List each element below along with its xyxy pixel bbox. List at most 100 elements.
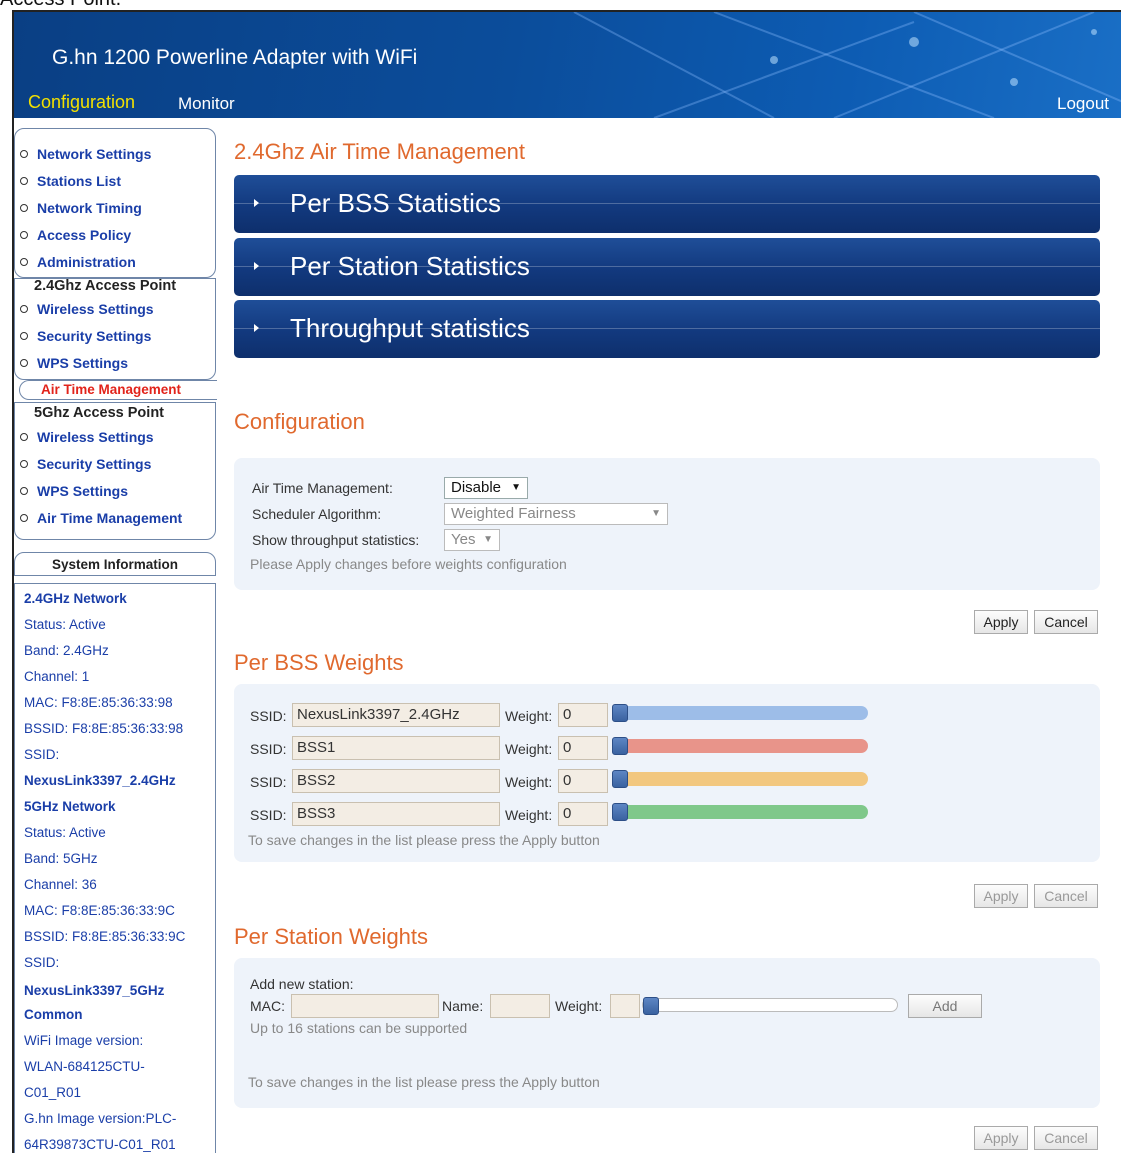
page-title: 2.4Ghz Air Time Management: [234, 139, 526, 164]
bss-weight-field[interactable]: 0: [558, 802, 608, 826]
app-window: G.hn 1200 Powerline Adapter with WiFi Co…: [12, 10, 1121, 1153]
bss-weight-slider[interactable]: [612, 737, 868, 755]
sidebar-item-stations-list[interactable]: Stations List: [20, 173, 121, 189]
atm-label: Air Time Management:: [252, 480, 393, 496]
sidebar-item-administration[interactable]: Administration: [20, 254, 136, 270]
bullet-icon: [20, 305, 28, 313]
bss-weight-slider[interactable]: [612, 704, 868, 722]
system-info-title: System Information: [14, 552, 216, 576]
slider-handle[interactable]: [612, 704, 628, 722]
accordion-per-station-statistics[interactable]: Per Station Statistics: [234, 238, 1100, 296]
weight-label: Weight:: [555, 998, 603, 1014]
bullet-icon: [20, 177, 28, 185]
sys-info-line: Status: Active: [24, 825, 106, 840]
sidebar-item-ap5-air-time[interactable]: Air Time Management: [20, 510, 182, 526]
configuration-note: Please Apply changes before weights conf…: [250, 556, 567, 572]
station-mac-input[interactable]: [291, 994, 439, 1018]
caret-right-icon: [254, 324, 259, 332]
throughput-select[interactable]: Yes ▼: [444, 529, 500, 551]
station-weights-apply-button[interactable]: Apply: [974, 1126, 1028, 1150]
nav-configuration[interactable]: Configuration: [28, 92, 135, 113]
configuration-cancel-button[interactable]: Cancel: [1034, 610, 1098, 634]
bullet-icon: [20, 231, 28, 239]
bss-weight-field[interactable]: 0: [558, 769, 608, 793]
bullet-icon: [20, 332, 28, 340]
caret-right-icon: [254, 262, 259, 270]
sidebar-item-ap24-air-time-active[interactable]: Air Time Management: [19, 380, 217, 400]
sys-info-line: Band: 5GHz: [24, 851, 98, 866]
slider-handle[interactable]: [643, 997, 659, 1015]
nav-monitor[interactable]: Monitor: [178, 94, 235, 114]
station-name-input[interactable]: [490, 994, 550, 1018]
sys-info-line: Band: 2.4GHz: [24, 643, 109, 658]
weight-label: Weight:: [505, 708, 553, 724]
station-weight-input[interactable]: [610, 994, 640, 1018]
bss-weights-note: To save changes in the list please press…: [248, 832, 600, 848]
scheduler-select[interactable]: Weighted Fairness ▼: [444, 503, 668, 525]
sys-info-line: 5GHz Network: [24, 799, 116, 814]
configuration-apply-button[interactable]: Apply: [974, 610, 1028, 634]
station-limit-note: Up to 16 stations can be supported: [250, 1020, 468, 1036]
sys-info-line: NexusLink3397_2.4GHz: [24, 773, 176, 788]
sidebar-item-ap24-security[interactable]: Security Settings: [20, 328, 151, 344]
sys-info-line: NexusLink3397_5GHz: [24, 983, 165, 998]
sidebar-item-ap5-security[interactable]: Security Settings: [20, 456, 151, 472]
sys-info-line: BSSID: F8:8E:85:36:33:9C: [24, 929, 186, 944]
sidebar-item-access-policy[interactable]: Access Policy: [20, 227, 131, 243]
bss-weights-cancel-button[interactable]: Cancel: [1034, 884, 1098, 908]
dropdown-arrow-icon: ▼: [651, 508, 661, 519]
bullet-icon: [20, 487, 28, 495]
sidebar-item-ap24-wps[interactable]: WPS Settings: [20, 355, 128, 371]
sys-info-line: MAC: F8:8E:85:36:33:98: [24, 695, 173, 710]
bss-weight-field[interactable]: 0: [558, 703, 608, 727]
sys-info-line: G.hn Image version:PLC-: [24, 1111, 177, 1126]
bss-weight-field[interactable]: 0: [558, 736, 608, 760]
bss-ssid-field[interactable]: BSS3: [292, 802, 500, 826]
slider-handle[interactable]: [612, 737, 628, 755]
sys-info-line: SSID:: [24, 955, 60, 970]
bss-ssid-field[interactable]: BSS2: [292, 769, 500, 793]
bullet-icon: [20, 433, 28, 441]
atm-select[interactable]: Disable ▼: [444, 477, 528, 499]
sidebar-item-network-settings[interactable]: Network Settings: [20, 146, 151, 162]
mac-label: MAC:: [250, 998, 285, 1014]
logout-link[interactable]: Logout: [1057, 94, 1109, 114]
configuration-title: Configuration: [234, 409, 365, 434]
bss-weight-slider[interactable]: [612, 770, 868, 788]
bss-weights-apply-button[interactable]: Apply: [974, 884, 1028, 908]
station-weight-slider[interactable]: [642, 997, 898, 1015]
throughput-label: Show throughput statistics:: [252, 532, 420, 548]
sys-info-line: C01_R01: [24, 1085, 82, 1100]
dropdown-arrow-icon: ▼: [511, 482, 521, 493]
accordion-per-bss-statistics[interactable]: Per BSS Statistics: [234, 175, 1100, 233]
add-station-button[interactable]: Add: [908, 994, 982, 1018]
bss-ssid-field[interactable]: BSS1: [292, 736, 500, 760]
sys-info-line: MAC: F8:8E:85:36:33:9C: [24, 903, 175, 918]
sidebar-item-ap5-wps[interactable]: WPS Settings: [20, 483, 128, 499]
sys-info-line: Channel: 1: [24, 669, 90, 684]
sys-info-line: Status: Active: [24, 617, 106, 632]
station-weights-cancel-button[interactable]: Cancel: [1034, 1126, 1098, 1150]
bullet-icon: [20, 359, 28, 367]
accordion-throughput-statistics[interactable]: Throughput statistics: [234, 300, 1100, 358]
sidebar-item-network-timing[interactable]: Network Timing: [20, 200, 142, 216]
app-title: G.hn 1200 Powerline Adapter with WiFi: [52, 46, 418, 69]
page-caption: Access Point.: [0, 0, 121, 10]
sys-info-line: 64R39873CTU-C01_R01: [24, 1137, 176, 1152]
slider-handle[interactable]: [612, 770, 628, 788]
sidebar-item-ap5-wireless[interactable]: Wireless Settings: [20, 429, 154, 445]
sidebar-item-ap24-wireless[interactable]: Wireless Settings: [20, 301, 154, 317]
sys-info-line: BSSID: F8:8E:85:36:33:98: [24, 721, 184, 736]
scheduler-label: Scheduler Algorithm:: [252, 506, 382, 522]
bss-weights-title: Per BSS Weights: [234, 650, 404, 675]
bss-weight-slider[interactable]: [612, 803, 868, 821]
ssid-label: SSID:: [250, 741, 287, 757]
bss-ssid-field[interactable]: NexusLink3397_2.4GHz: [292, 703, 500, 727]
slider-handle[interactable]: [612, 803, 628, 821]
sys-info-line: WiFi Image version:: [24, 1033, 144, 1048]
ssid-label: SSID:: [250, 807, 287, 823]
sidebar-heading-ap5: 5Ghz Access Point: [34, 405, 165, 421]
bullet-icon: [20, 204, 28, 212]
sys-info-line: WLAN-684125CTU-: [24, 1059, 145, 1074]
add-station-label: Add new station:: [250, 976, 354, 992]
